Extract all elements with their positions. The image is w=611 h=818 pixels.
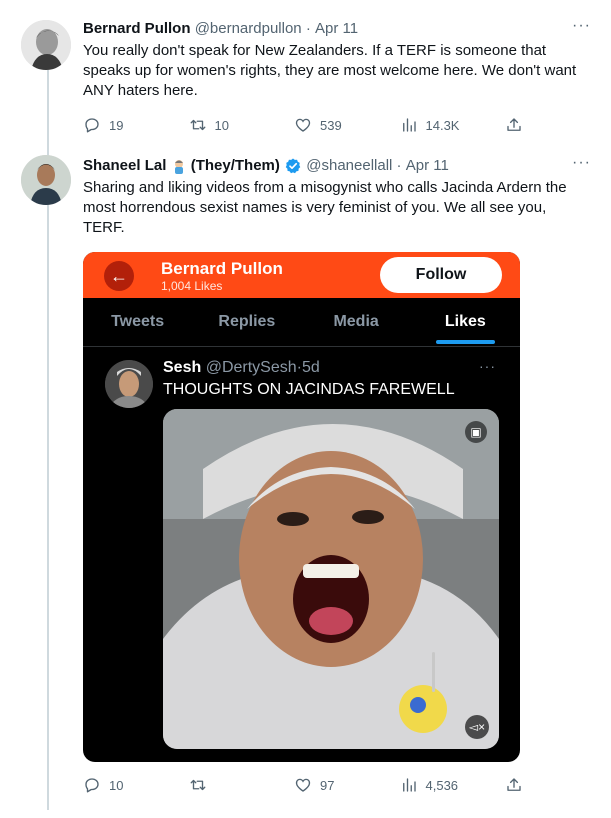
heart-icon bbox=[295, 118, 311, 132]
share-button[interactable] bbox=[505, 776, 523, 794]
reply-icon bbox=[85, 778, 99, 793]
tweet-actions: 10 97 4,536 bbox=[83, 776, 523, 794]
views-icon bbox=[402, 118, 416, 132]
profile-tabs: Tweets Replies Media Likes bbox=[83, 298, 520, 347]
views-count: 14.3K bbox=[425, 117, 460, 133]
retweet-icon bbox=[190, 779, 205, 791]
person-emoji-icon bbox=[171, 158, 187, 174]
separator-dot: · bbox=[396, 157, 402, 174]
tweet-text-line: You really don't speak for New Zealander… bbox=[83, 42, 547, 59]
video-player: ▣ ◅× bbox=[163, 409, 499, 749]
heart-icon bbox=[295, 778, 311, 792]
like-count: 539 bbox=[320, 117, 342, 133]
share-icon bbox=[507, 778, 521, 791]
attached-screenshot[interactable]: ← Bernard Pullon 1,004 Likes Follow Twee… bbox=[83, 252, 520, 762]
share-icon bbox=[507, 118, 521, 131]
author-handle[interactable]: @bernardpullon bbox=[195, 19, 302, 39]
tweet-actions: 19 10 539 14.3K bbox=[83, 116, 523, 134]
scrollbar bbox=[432, 652, 435, 692]
avatar[interactable] bbox=[21, 155, 71, 205]
like-button[interactable]: 539 bbox=[294, 116, 384, 134]
separator-dot: · bbox=[305, 20, 311, 37]
reply-count: 10 bbox=[109, 777, 124, 793]
profile-name: Bernard Pullon bbox=[161, 259, 283, 278]
timestamp[interactable]: Apr 11 bbox=[406, 156, 449, 176]
timestamp[interactable]: Apr 11 bbox=[315, 19, 358, 39]
more-options-icon[interactable]: ··· bbox=[572, 18, 591, 34]
retweet-button[interactable] bbox=[189, 776, 279, 794]
follow-button: Follow bbox=[380, 257, 502, 293]
author-name[interactable]: Bernard Pullon bbox=[83, 19, 191, 39]
tab-likes: Likes bbox=[411, 298, 520, 346]
retweet-button[interactable]: 10 bbox=[189, 116, 279, 134]
tweet-text-line: most horrendous sexist names is very fem… bbox=[83, 199, 547, 216]
tab-tweets: Tweets bbox=[111, 313, 165, 330]
retweet-count: 10 bbox=[214, 117, 229, 133]
tweet-text-line: speaks up for women's rights, they are m… bbox=[83, 62, 577, 79]
tweet-header: Shaneel Lal (They/Them) @shaneellall · A… bbox=[83, 156, 591, 176]
author-handle[interactable]: @shaneellall bbox=[306, 156, 392, 176]
reply-button[interactable]: 19 bbox=[83, 116, 173, 134]
quoted-tweet-text: THOUGHTS ON JACINDAS FAREWELL bbox=[163, 381, 455, 398]
tweet-text-line: ANY haters here. bbox=[83, 82, 198, 99]
like-button[interactable]: 97 bbox=[294, 776, 384, 794]
quoted-author-handle: @DertySesh bbox=[205, 359, 297, 376]
tweet-bernard-pullon[interactable]: Bernard Pullon @bernardpullon · Apr 11 ·… bbox=[0, 0, 611, 145]
tweet-text-line: TERF. bbox=[83, 219, 125, 236]
quoted-tweet-header: Sesh @DertySesh·5d bbox=[163, 358, 320, 378]
views-button[interactable]: 14.3K bbox=[400, 116, 490, 134]
tweet-text: You really don't speak for New Zealander… bbox=[83, 41, 591, 101]
quoted-avatar bbox=[105, 360, 153, 408]
tweet-header: Bernard Pullon @bernardpullon · Apr 11 bbox=[83, 19, 591, 39]
share-button[interactable] bbox=[505, 116, 523, 134]
more-options-icon[interactable]: ··· bbox=[572, 155, 591, 171]
reply-count: 19 bbox=[109, 117, 124, 133]
reply-button[interactable]: 10 bbox=[83, 776, 173, 794]
views-count: 4,536 bbox=[425, 777, 459, 793]
profile-likes-count: 1,004 Likes bbox=[161, 279, 223, 293]
retweet-icon bbox=[190, 119, 205, 131]
views-button[interactable]: 4,536 bbox=[400, 776, 490, 794]
tab-replies: Replies bbox=[218, 313, 276, 330]
tab-media: Media bbox=[333, 313, 379, 330]
more-options-icon: ··· bbox=[479, 358, 496, 374]
like-count: 97 bbox=[320, 777, 335, 793]
profile-header-bar: ← Bernard Pullon 1,004 Likes Follow bbox=[83, 252, 520, 298]
video-thumbnail bbox=[163, 409, 499, 749]
image-icon: ▣ bbox=[465, 421, 487, 443]
tweet-text: Sharing and liking videos from a misogyn… bbox=[83, 178, 591, 238]
tweet-text-line: Sharing and liking videos from a misogyn… bbox=[83, 179, 567, 196]
avatar[interactable] bbox=[21, 20, 71, 70]
back-arrow-icon: ← bbox=[104, 261, 134, 291]
views-icon bbox=[402, 778, 416, 792]
author-pronouns[interactable]: (They/Them) bbox=[191, 156, 280, 176]
author-name[interactable]: Shaneel Lal bbox=[83, 156, 166, 176]
quoted-timestamp: 5d bbox=[301, 359, 320, 376]
verified-badge-icon[interactable] bbox=[284, 157, 302, 175]
mute-icon: ◅× bbox=[465, 715, 489, 739]
reply-icon bbox=[85, 118, 99, 133]
quoted-author-name: Sesh bbox=[163, 359, 202, 376]
